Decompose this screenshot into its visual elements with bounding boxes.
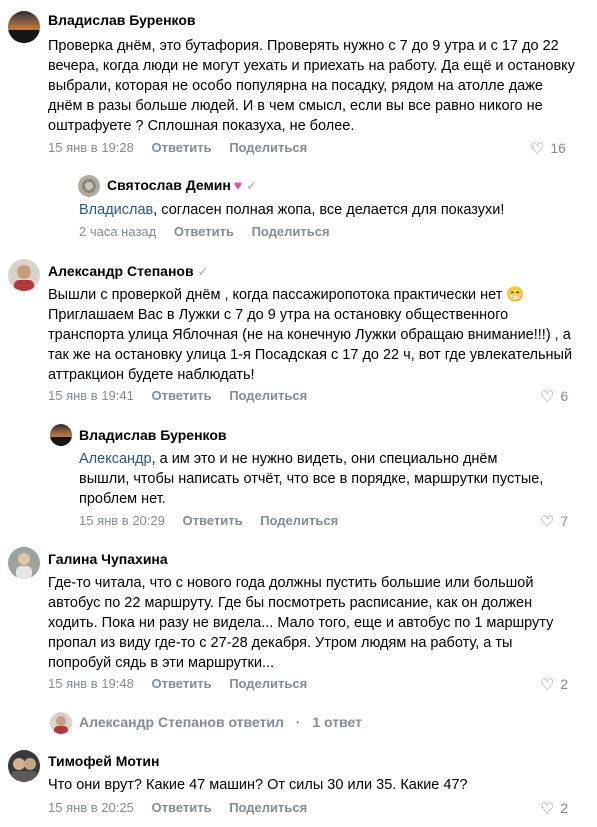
- avatar: [50, 712, 72, 734]
- comment-text: Вышли с проверкой днём , когда пассажиро…: [48, 287, 573, 383]
- like-count: 7: [560, 513, 569, 529]
- comment-meta: 15 янв в 20:25 Ответить Поделиться: [48, 800, 321, 815]
- reply-button[interactable]: Ответить: [151, 800, 211, 815]
- avatar[interactable]: [50, 424, 72, 446]
- comment-text: Александр, а им это и не нужно видеть, о…: [79, 451, 544, 507]
- avatar[interactable]: [8, 259, 40, 291]
- share-button[interactable]: Поделиться: [229, 800, 307, 815]
- reply-button[interactable]: Ответить: [151, 140, 211, 155]
- avatar[interactable]: [8, 750, 40, 782]
- heart-icon: ♡: [530, 141, 545, 158]
- like-count: 2: [560, 800, 569, 816]
- comment-date[interactable]: 15 янв в 20:29: [79, 513, 165, 528]
- reply-button[interactable]: Ответить: [174, 224, 234, 239]
- avatar[interactable]: [78, 175, 100, 197]
- comment-date[interactable]: 15 янв в 20:25: [48, 800, 134, 815]
- comment: Александр Степанов ✓ Вышли с проверкой дн…: [0, 250, 597, 415]
- author-name[interactable]: Александр Степанов ✓: [48, 263, 208, 279]
- heart-icon: ♡: [540, 801, 555, 818]
- comment-reply: Владислав Буренков Александр, а им это и…: [0, 415, 597, 540]
- comment-date[interactable]: 2 часа назад: [79, 224, 156, 239]
- reply-button[interactable]: Ответить: [151, 388, 211, 403]
- author-name[interactable]: Тимофей Мотин: [48, 753, 159, 769]
- comment-meta: 15 янв в 20:29 Ответить Поделиться: [79, 513, 352, 528]
- like-button[interactable]: ♡ 7: [540, 512, 568, 532]
- thread-replier: Александр Степанов ответил: [79, 714, 284, 730]
- comment-reply: Святослав Демин ♥ ✓ Владислав, согласен по…: [0, 165, 597, 250]
- comment-meta: 15 янв в 19:48 Ответить Поделиться: [48, 676, 321, 691]
- share-button[interactable]: Поделиться: [229, 388, 307, 403]
- share-button[interactable]: Поделиться: [260, 513, 338, 528]
- comment-meta: 15 янв в 19:41 Ответить Поделиться: [48, 388, 321, 403]
- verified-icon: ✓: [197, 265, 208, 279]
- comment-meta: 15 янв в 19:28 Ответить Поделиться: [48, 140, 321, 155]
- like-count: 6: [560, 388, 569, 404]
- comment: Тимофей Мотин Что они врут? Какие 47 маш…: [0, 741, 597, 827]
- like-button[interactable]: ♡ 2: [540, 799, 568, 819]
- share-button[interactable]: Поделиться: [252, 224, 330, 239]
- comment-text: Что они врут? Какие 47 машин? От силы 30…: [48, 777, 468, 793]
- comment: Владислав Буренков Проверка днём, это бу…: [0, 0, 597, 165]
- verified-icon: ✓: [246, 179, 257, 193]
- author-name[interactable]: Владислав Буренков: [48, 12, 196, 28]
- comment-date[interactable]: 15 янв в 19:28: [48, 140, 134, 155]
- author-name[interactable]: Галина Чупахина: [48, 551, 168, 567]
- heart-icon: ♡: [540, 389, 555, 406]
- like-count: 16: [550, 140, 566, 156]
- comment-date[interactable]: 15 янв в 19:41: [48, 388, 134, 403]
- mention-link[interactable]: Владислав: [79, 202, 153, 218]
- thread-replies-link[interactable]: Александр Степанов ответил · 1 ответ: [0, 705, 597, 741]
- comment-meta: 2 часа назад Ответить Поделиться: [79, 224, 344, 239]
- mention-link[interactable]: Александр: [79, 451, 152, 467]
- comment-date[interactable]: 15 янв в 19:48: [48, 676, 134, 691]
- author-name[interactable]: Святослав Демин ♥ ✓: [107, 177, 256, 193]
- comment-text: Проверка днём, это бутафория. Проверять …: [48, 38, 575, 134]
- heart-icon: ♡: [540, 514, 555, 531]
- thread-separator: ·: [295, 714, 301, 730]
- comment-text: Владислав, согласен полная жопа, все дел…: [79, 202, 505, 218]
- like-button[interactable]: ♡ 6: [540, 387, 568, 407]
- like-button[interactable]: ♡ 2: [540, 675, 568, 695]
- comment: Галина Чупахина Где-то читала, что с нов…: [0, 540, 597, 705]
- like-count: 2: [560, 676, 569, 692]
- reply-button[interactable]: Ответить: [151, 676, 211, 691]
- thread-count: 1 ответ: [312, 714, 362, 730]
- avatar[interactable]: [8, 11, 40, 43]
- share-button[interactable]: Поделиться: [229, 140, 307, 155]
- avatar[interactable]: [8, 547, 40, 579]
- author-name[interactable]: Владислав Буренков: [79, 427, 227, 443]
- heart-badge-icon: ♥: [233, 177, 243, 193]
- share-button[interactable]: Поделиться: [229, 676, 307, 691]
- comment-text: Где-то читала, что с нового года должны …: [48, 575, 554, 671]
- reply-button[interactable]: Ответить: [182, 513, 242, 528]
- heart-icon: ♡: [540, 677, 555, 694]
- like-button[interactable]: ♡ 16: [530, 139, 566, 159]
